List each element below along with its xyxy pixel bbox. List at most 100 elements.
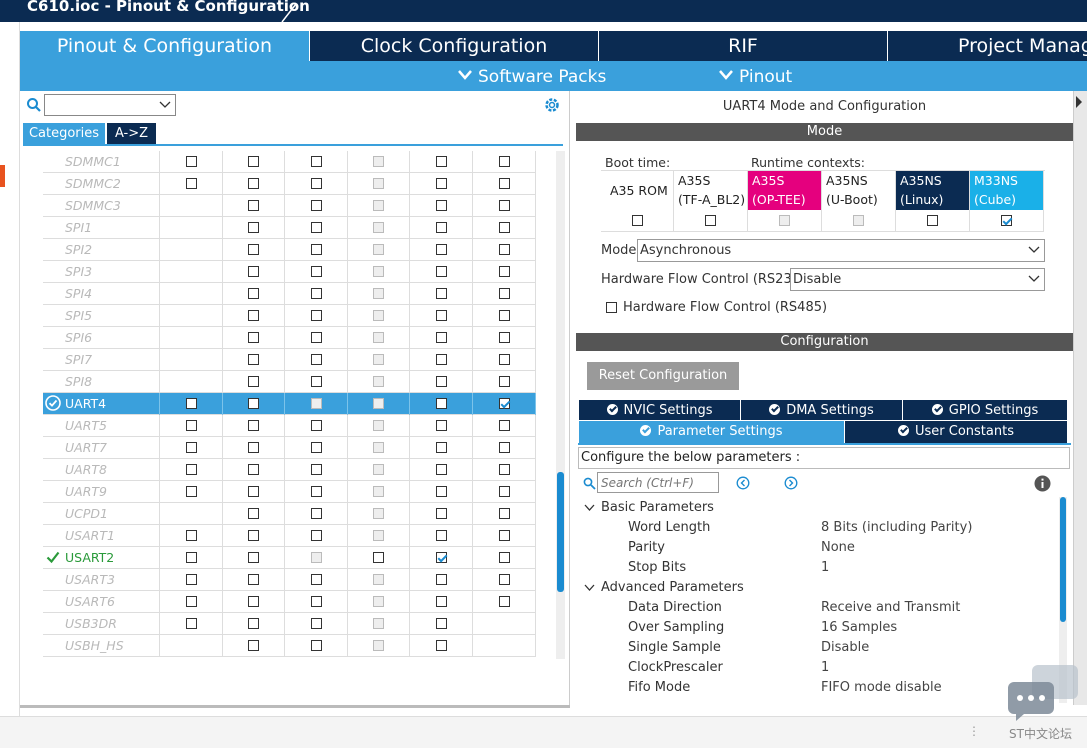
peripheral-row[interactable]: USART6 bbox=[43, 591, 536, 613]
peripheral-row[interactable]: UART4 bbox=[43, 393, 536, 415]
tab-project-manager[interactable]: Project Manag bbox=[888, 31, 1087, 61]
context-checkbox[interactable] bbox=[186, 596, 197, 607]
param-value[interactable]: 1 bbox=[821, 560, 829, 575]
tab-a-z[interactable]: A->Z bbox=[107, 123, 156, 144]
context-checkbox[interactable] bbox=[499, 266, 510, 277]
hwfc-rs485-checkbox[interactable] bbox=[606, 302, 617, 313]
context-checkbox[interactable] bbox=[311, 376, 322, 387]
context-checkbox[interactable] bbox=[248, 376, 259, 387]
peripheral-row[interactable]: SPI3 bbox=[43, 261, 536, 283]
peripheral-row[interactable]: SDMMC2 bbox=[43, 173, 536, 195]
peripheral-row[interactable]: SPI7 bbox=[43, 349, 536, 371]
peripheral-row[interactable]: UART8 bbox=[43, 459, 536, 481]
context-checkbox[interactable] bbox=[311, 596, 322, 607]
context-checkbox[interactable] bbox=[186, 156, 197, 167]
context-checkbox[interactable] bbox=[436, 354, 447, 365]
peripheral-scrollbar-thumb[interactable] bbox=[557, 472, 564, 592]
context-checkbox[interactable] bbox=[311, 508, 322, 519]
peripheral-row[interactable]: USBH_HS bbox=[43, 635, 536, 657]
tab-clock-configuration[interactable]: Clock Configuration bbox=[310, 31, 599, 61]
context-checkbox[interactable] bbox=[499, 354, 510, 365]
reset-configuration-button[interactable]: Reset Configuration bbox=[587, 362, 739, 390]
chat-bubble-icon[interactable] bbox=[1006, 662, 1082, 722]
context-checkbox[interactable] bbox=[186, 618, 197, 629]
peripheral-row[interactable]: SDMMC3 bbox=[43, 195, 536, 217]
context-checkbox[interactable] bbox=[311, 640, 322, 651]
context-checkbox[interactable] bbox=[186, 486, 197, 497]
context-checkbox[interactable] bbox=[248, 332, 259, 343]
context-checkbox[interactable] bbox=[436, 200, 447, 211]
context-checkbox[interactable] bbox=[436, 640, 447, 651]
context-checkbox[interactable] bbox=[499, 486, 510, 497]
context-checkbox[interactable] bbox=[248, 574, 259, 585]
context-checkbox[interactable] bbox=[499, 464, 510, 475]
param-value[interactable]: Disable bbox=[821, 640, 869, 655]
peripheral-row[interactable]: UCPD1 bbox=[43, 503, 536, 525]
context-checkbox[interactable] bbox=[311, 266, 322, 277]
context-checkbox[interactable] bbox=[186, 530, 197, 541]
context-checkbox[interactable] bbox=[248, 552, 259, 563]
context-checkbox[interactable] bbox=[311, 420, 322, 431]
context-checkbox[interactable] bbox=[248, 244, 259, 255]
context-checkbox[interactable] bbox=[499, 200, 510, 211]
context-checkbox[interactable] bbox=[248, 354, 259, 365]
chevron-down-icon[interactable] bbox=[584, 583, 595, 592]
context-checkbox[interactable] bbox=[248, 442, 259, 453]
gear-icon[interactable] bbox=[543, 96, 561, 114]
previous-icon[interactable] bbox=[736, 476, 750, 490]
context-checkbox[interactable] bbox=[499, 156, 510, 167]
context-checkbox[interactable] bbox=[436, 618, 447, 629]
context-checkbox[interactable] bbox=[311, 464, 322, 475]
peripheral-row[interactable]: SDMMC1 bbox=[43, 151, 536, 173]
context-checkbox[interactable] bbox=[311, 442, 322, 453]
peripheral-row[interactable]: USART1 bbox=[43, 525, 536, 547]
context-checkbox[interactable] bbox=[248, 596, 259, 607]
context-checkbox[interactable] bbox=[499, 508, 510, 519]
context-checkbox[interactable] bbox=[436, 486, 447, 497]
context-checkbox[interactable] bbox=[248, 486, 259, 497]
context-checkbox[interactable] bbox=[311, 354, 322, 365]
peripheral-row[interactable]: USART2 bbox=[43, 547, 536, 569]
context-checkbox[interactable] bbox=[186, 178, 197, 189]
group-basic-parameters[interactable]: Basic Parameters bbox=[601, 500, 714, 515]
context-checkbox[interactable] bbox=[499, 376, 510, 387]
context-checkbox[interactable] bbox=[499, 178, 510, 189]
tab-nvic-settings[interactable]: NVIC Settings bbox=[579, 400, 740, 420]
chevron-down-icon[interactable] bbox=[584, 503, 595, 512]
context-checkbox[interactable] bbox=[499, 222, 510, 233]
context-checkbox[interactable] bbox=[311, 222, 322, 233]
param-value[interactable]: 16 Samples bbox=[821, 620, 897, 635]
context-checkbox[interactable] bbox=[311, 574, 322, 585]
context-checkbox[interactable] bbox=[311, 178, 322, 189]
context-checkbox[interactable] bbox=[436, 288, 447, 299]
context-checkbox[interactable] bbox=[436, 244, 447, 255]
context-checkbox[interactable] bbox=[248, 508, 259, 519]
tab-gpio-settings[interactable]: GPIO Settings bbox=[903, 400, 1067, 420]
context-checkbox[interactable] bbox=[186, 442, 197, 453]
param-value[interactable]: FIFO mode disable bbox=[821, 680, 942, 695]
context-checkbox[interactable] bbox=[436, 266, 447, 277]
group-advanced-parameters[interactable]: Advanced Parameters bbox=[601, 580, 744, 595]
context-checkbox[interactable] bbox=[499, 596, 510, 607]
peripheral-row[interactable]: SPI1 bbox=[43, 217, 536, 239]
runtime-context-checkbox[interactable] bbox=[1001, 215, 1012, 226]
context-checkbox[interactable] bbox=[248, 200, 259, 211]
param-value[interactable]: 1 bbox=[821, 660, 829, 675]
context-checkbox[interactable] bbox=[499, 574, 510, 585]
context-checkbox[interactable] bbox=[248, 618, 259, 629]
context-checkbox[interactable] bbox=[311, 486, 322, 497]
peripheral-row[interactable]: SPI4 bbox=[43, 283, 536, 305]
tab-user-constants[interactable]: User Constants bbox=[845, 421, 1067, 443]
hwfc-rs232-dropdown[interactable]: Disable bbox=[790, 268, 1045, 291]
context-checkbox[interactable] bbox=[248, 530, 259, 541]
context-checkbox[interactable] bbox=[499, 442, 510, 453]
context-checkbox[interactable] bbox=[436, 552, 447, 563]
context-checkbox[interactable] bbox=[248, 222, 259, 233]
param-value[interactable]: Receive and Transmit bbox=[821, 600, 960, 615]
peripheral-row[interactable]: UART7 bbox=[43, 437, 536, 459]
context-checkbox[interactable] bbox=[499, 332, 510, 343]
context-checkbox[interactable] bbox=[436, 398, 447, 409]
context-checkbox[interactable] bbox=[436, 420, 447, 431]
context-checkbox[interactable] bbox=[436, 530, 447, 541]
runtime-context-checkbox[interactable] bbox=[632, 215, 643, 226]
